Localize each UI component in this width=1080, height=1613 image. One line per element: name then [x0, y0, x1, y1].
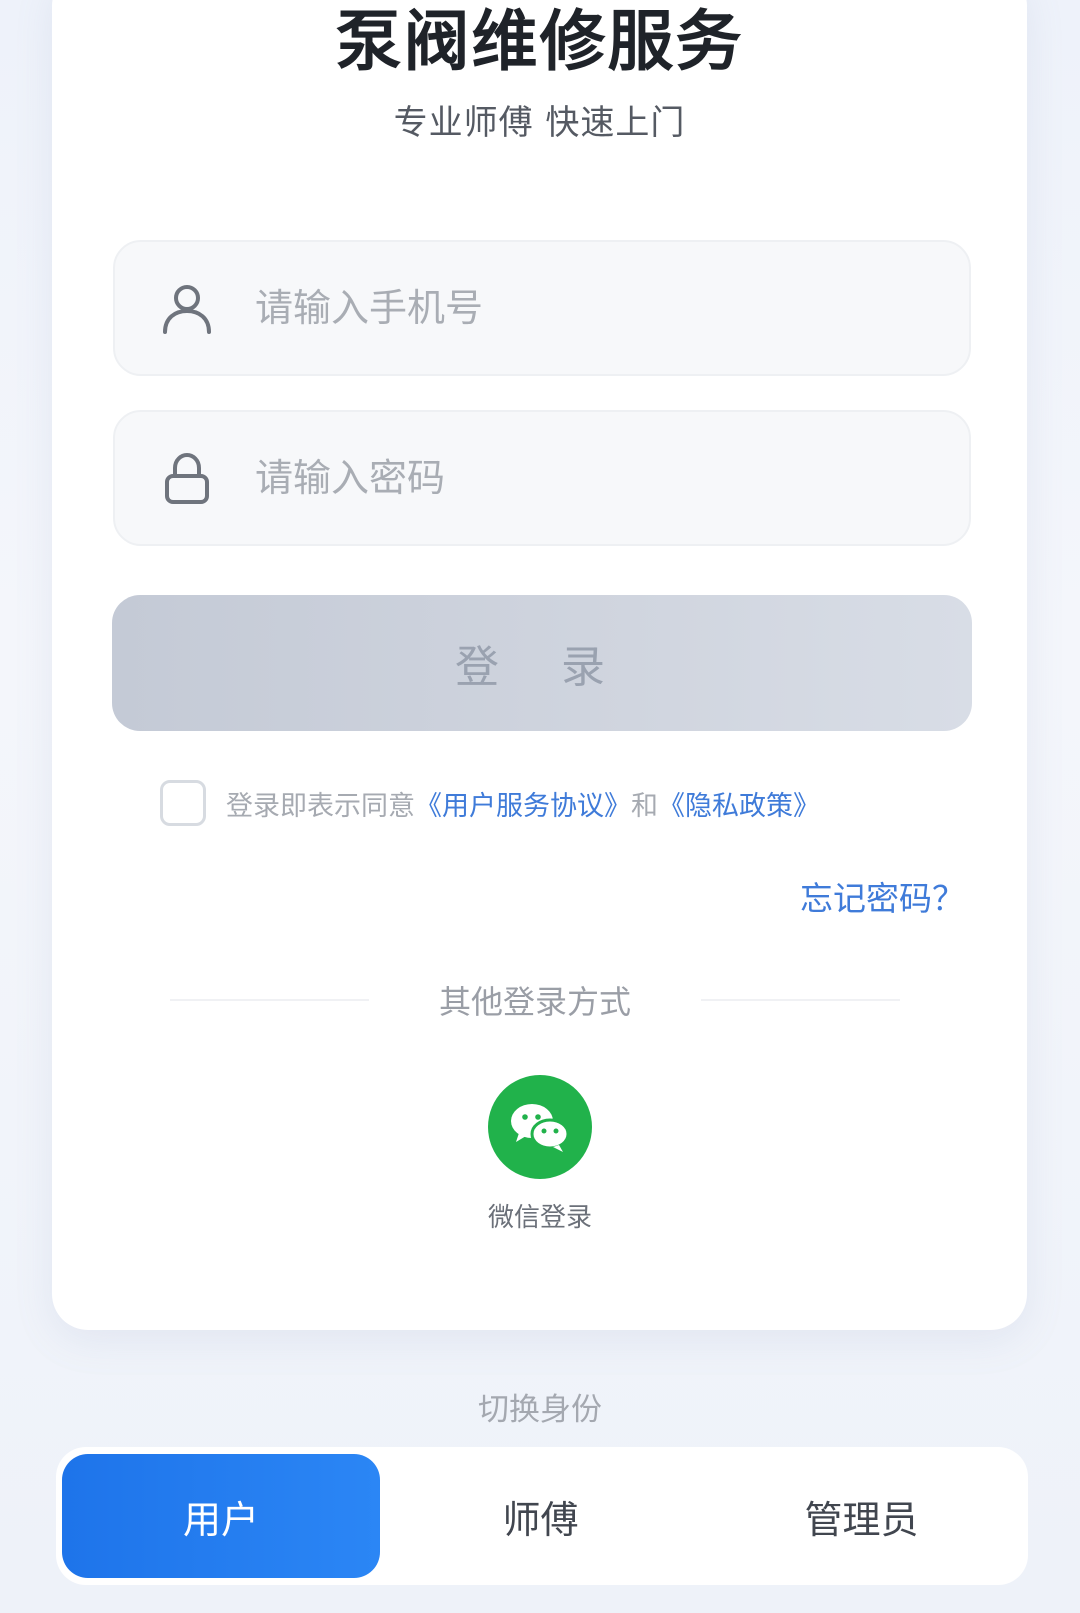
wechat-login-button[interactable]	[488, 1075, 592, 1179]
other-login-heading: 其他登录方式	[439, 983, 632, 1021]
agreement-prefix: 登录即表示同意	[226, 790, 415, 822]
divider-line-right	[701, 999, 901, 1001]
agreement-and: 和	[631, 790, 658, 822]
agreement-checkbox[interactable]	[160, 780, 206, 826]
page-subtitle: 专业师傅 快速上门	[393, 103, 686, 143]
password-field[interactable]	[113, 410, 971, 546]
agreement-row: 登录即表示同意 《用户服务协议》 和 《隐私政策》	[160, 778, 820, 828]
phone-field[interactable]	[113, 240, 971, 376]
wechat-login: 微信登录	[0, 1075, 1080, 1234]
other-login-divider: 其他登录方式	[170, 978, 901, 1022]
login-page: 泵阀维修服务 专业师傅 快速上门 登 录 登录即表示同意 《用户服务协议》 和 …	[0, 0, 1080, 1613]
role-switcher: 用户 师傅 管理员	[56, 1447, 1028, 1585]
phone-input[interactable]	[255, 273, 895, 343]
user-icon	[163, 285, 211, 334]
forgot-password-link[interactable]: 忘记密码？	[800, 872, 965, 920]
user-agreement-link[interactable]: 《用户服务协议》	[415, 784, 631, 823]
lock-icon	[165, 452, 209, 504]
role-tab-technician[interactable]: 师傅	[380, 1454, 701, 1578]
privacy-policy-link[interactable]: 《隐私政策》	[658, 784, 820, 823]
role-tab-user[interactable]: 用户	[62, 1454, 380, 1578]
login-button[interactable]: 登 录	[112, 595, 972, 731]
switch-role-heading: 切换身份	[478, 1392, 602, 1428]
password-input[interactable]	[255, 443, 895, 513]
divider-line-left	[170, 999, 369, 1001]
role-tab-admin[interactable]: 管理员	[701, 1454, 1022, 1578]
wechat-icon	[511, 1104, 570, 1152]
wechat-login-label: 微信登录	[487, 1203, 592, 1233]
page-title: 泵阀维修服务	[335, 3, 744, 80]
